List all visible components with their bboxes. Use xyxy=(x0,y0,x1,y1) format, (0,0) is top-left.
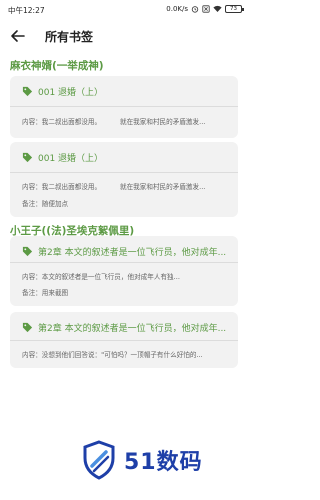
sim-x-icon xyxy=(202,5,210,13)
divider xyxy=(10,106,238,107)
alarm-icon xyxy=(191,6,199,13)
bookmark-content: 内容：我二叔出面都没用。 就在我家和村民的矛盾激发... xyxy=(22,118,206,126)
bookmark-header: 第2章 本文的叙述者是一位飞行员，他对成年... xyxy=(22,321,232,334)
bookmark-header: 001 退婚（上） xyxy=(22,151,232,164)
bookmark-header: 第2章 本文的叙述者是一位飞行员，他对成年... xyxy=(22,245,232,258)
tag-icon xyxy=(22,86,33,97)
divider xyxy=(10,172,238,173)
bookmark-content: 内容：我二叔出面都没用。 就在我家和村民的矛盾激发... xyxy=(22,183,206,191)
tag-icon xyxy=(22,246,33,257)
bookmark-chapter: 001 退婚（上） xyxy=(38,88,104,98)
book-title: 麻衣神婿(一举成神) xyxy=(10,60,104,72)
bookmark-content: 内容：没想到他们回答说："可怕吗？一顶帽子有什么好怕的... xyxy=(22,351,203,359)
battery-icon: 73 xyxy=(225,5,244,13)
status-icons: 0.0K/s 73 xyxy=(166,5,244,13)
bookmark-note: 备注：用来截图 xyxy=(22,289,69,297)
watermark-text: 51数码 xyxy=(124,450,203,475)
page-title: 所有书签 xyxy=(45,30,94,44)
bookmark-note: 备注：随便加点 xyxy=(22,200,69,208)
divider xyxy=(10,340,238,341)
watermark: 51数码 xyxy=(82,440,203,480)
tag-icon xyxy=(22,152,33,163)
bookmark-chapter: 第2章 本文的叙述者是一位飞行员，他对成年... xyxy=(38,324,227,334)
shield-logo-icon xyxy=(83,440,115,480)
app-bar: 所有书签 xyxy=(0,20,250,52)
network-speed: 0.0K/s xyxy=(166,5,188,13)
bookmark-card[interactable]: 第2章 本文的叙述者是一位飞行员，他对成年... 内容：本文的叙述者是一位飞行员… xyxy=(10,236,238,306)
back-arrow-icon[interactable] xyxy=(8,26,28,46)
bookmark-card[interactable]: 001 退婚（上） 内容：我二叔出面都没用。 就在我家和村民的矛盾激发... xyxy=(10,76,238,138)
bookmark-chapter: 001 退婚（上） xyxy=(38,154,104,164)
wifi-icon xyxy=(213,5,222,12)
bookmark-content: 内容：本文的叙述者是一位飞行员，他对成年人有独... xyxy=(22,273,180,281)
tag-icon xyxy=(22,322,33,333)
bookmark-header: 001 退婚（上） xyxy=(22,85,232,98)
divider xyxy=(10,262,238,263)
bookmark-card[interactable]: 001 退婚（上） 内容：我二叔出面都没用。 就在我家和村民的矛盾激发... 备… xyxy=(10,142,238,217)
bookmark-card[interactable]: 第2章 本文的叙述者是一位飞行员，他对成年... 内容：没想到他们回答说："可怕… xyxy=(10,312,238,368)
status-bar: 中午12:27 0.0K/s 73 xyxy=(0,0,250,20)
status-time: 中午12:27 xyxy=(8,6,45,15)
bookmark-chapter: 第2章 本文的叙述者是一位飞行员，他对成年... xyxy=(38,248,227,258)
